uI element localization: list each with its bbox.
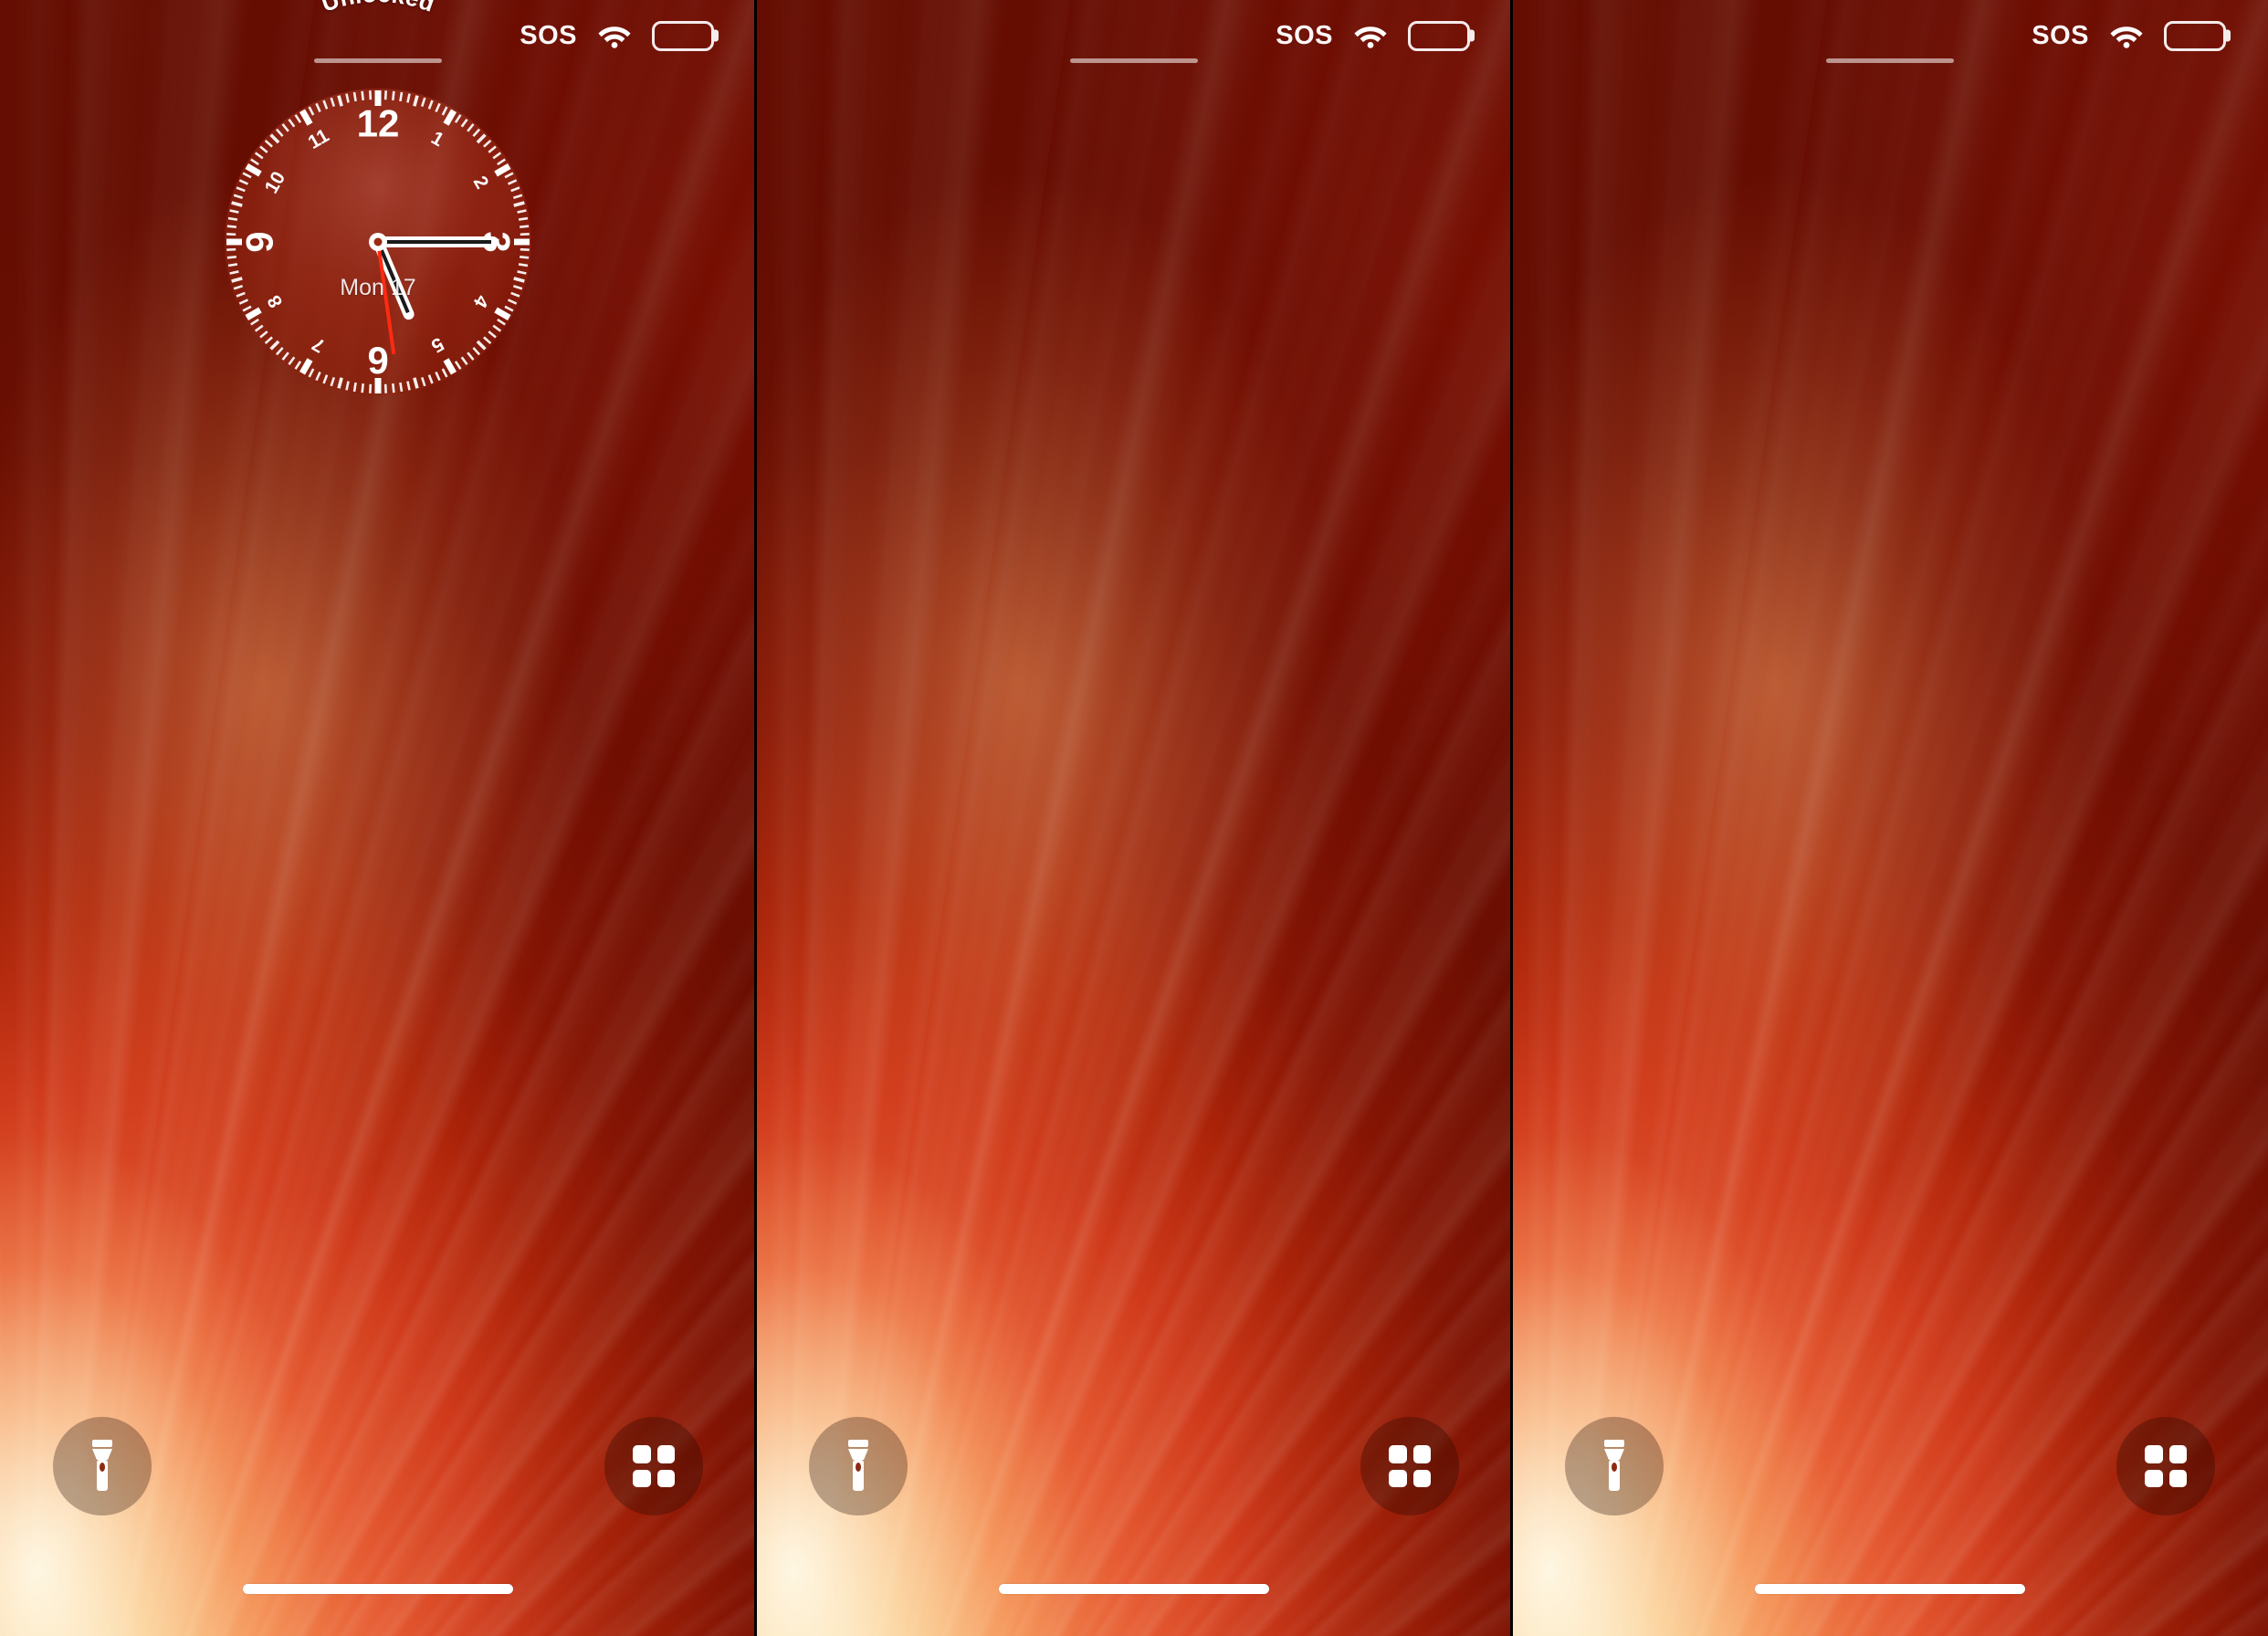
battery-full-icon (652, 20, 719, 51)
wifi-icon (1353, 23, 1388, 48)
sos-label: SOS (520, 20, 577, 50)
hour-numeral: 6 (367, 340, 388, 383)
battery-full-icon (1408, 20, 1475, 51)
flashlight-icon (848, 1440, 868, 1491)
camera-grid-icon (2145, 1445, 2187, 1487)
home-indicator[interactable] (999, 1584, 1269, 1594)
lockscreen-panel-2: SOS Unlocked (756, 0, 1512, 1636)
panel-divider (754, 0, 757, 1636)
wallpaper (756, 0, 1512, 1636)
bottom-controls (756, 1393, 1512, 1539)
flashlight-button[interactable] (53, 1417, 152, 1515)
home-indicator[interactable] (243, 1584, 513, 1594)
home-indicator[interactable] (1755, 1584, 2025, 1594)
panel-divider (1510, 0, 1513, 1636)
bottom-controls (1512, 1393, 2268, 1539)
wifi-icon (2109, 23, 2144, 48)
hour-numeral: 12 (357, 102, 400, 145)
status-bar: SOS (1512, 0, 2268, 71)
wallpaper (1512, 0, 2268, 1636)
clock-widget-numerals[interactable]: Unlocked 121234567891011 (223, 0, 533, 397)
sos-label: SOS (2032, 20, 2089, 50)
minute-hand (376, 236, 499, 247)
flashlight-icon (92, 1440, 112, 1491)
camera-grid-icon (1389, 1445, 1431, 1487)
battery-full-icon (2164, 20, 2231, 51)
camera-grid-icon (633, 1445, 675, 1487)
multi-screen-comparison: SOS Unlocked (0, 0, 2268, 1636)
flashlight-button[interactable] (1565, 1417, 1664, 1515)
hour-numeral: 9 (238, 231, 281, 252)
bottom-controls (0, 1393, 756, 1539)
lockscreen-panel-1: SOS Unlocked (0, 0, 756, 1636)
lockscreen-panel-3: SOS Locked (1512, 0, 2268, 1636)
flashlight-button[interactable] (809, 1417, 908, 1515)
status-bar: SOS (0, 0, 756, 71)
flashlight-icon (1604, 1440, 1624, 1491)
status-bar: SOS (756, 0, 1512, 71)
camera-button[interactable] (604, 1417, 703, 1515)
camera-button[interactable] (2116, 1417, 2215, 1515)
sos-label: SOS (1276, 20, 1333, 50)
camera-button[interactable] (1360, 1417, 1459, 1515)
analog-dial: 121234567891011 (223, 87, 533, 397)
wifi-icon (597, 23, 632, 48)
